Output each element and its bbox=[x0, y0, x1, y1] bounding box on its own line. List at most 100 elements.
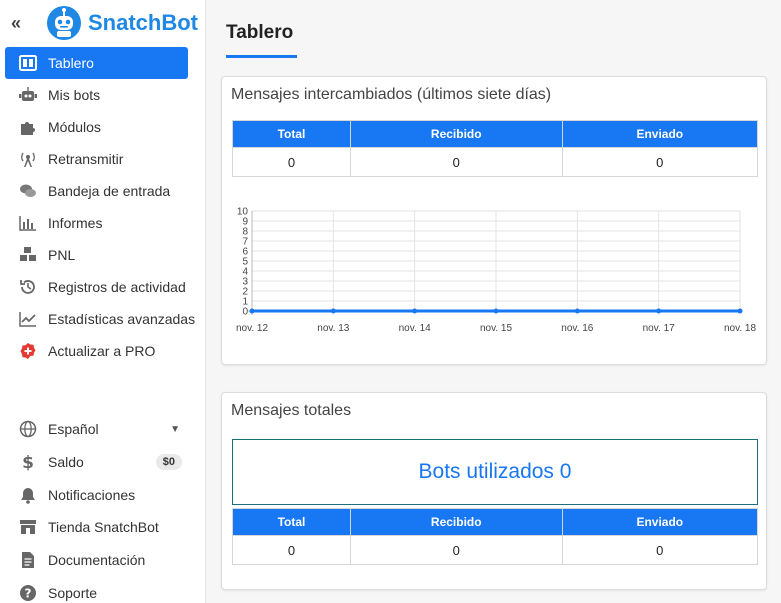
sidebar-item-tablero[interactable]: Tablero bbox=[5, 47, 188, 79]
svg-text:$: $ bbox=[22, 453, 34, 471]
x-tick-label: nov. 15 bbox=[480, 323, 512, 334]
y-tick-label: 6 bbox=[242, 247, 248, 258]
bell-icon bbox=[17, 486, 39, 504]
header-recibido: Recibido bbox=[349, 120, 563, 148]
sidebar-item-label: Bandeja de entrada bbox=[48, 183, 171, 199]
sidebar-item-label: PNL bbox=[48, 247, 76, 263]
y-tick-label: 1 bbox=[242, 297, 248, 308]
value-recibido: 0 bbox=[349, 535, 563, 565]
bottom-nav: Español ▼ $ Saldo $0 Notificaciones Tien… bbox=[5, 413, 188, 603]
sidebar: « SnatchBot Tablero Mis bots Módulos Ret… bbox=[0, 0, 206, 603]
sidebar-item-documentacion[interactable]: Documentación bbox=[5, 544, 188, 577]
y-tick-label: 5 bbox=[242, 257, 248, 268]
sidebar-item-soporte[interactable]: ? Soporte bbox=[5, 576, 188, 603]
document-icon bbox=[17, 551, 39, 569]
sidebar-item-informes[interactable]: Informes bbox=[5, 207, 188, 239]
title-underline bbox=[226, 55, 297, 58]
sidebar-item-label: Notificaciones bbox=[48, 486, 136, 503]
sidebar-item-label: Mis bots bbox=[48, 87, 101, 103]
broadcast-icon bbox=[17, 150, 39, 168]
totals-stats-table: Total Recibido Enviado 0 0 0 bbox=[232, 508, 759, 565]
sidebar-item-label: Estadísticas avanzadas bbox=[48, 311, 196, 327]
balance-item[interactable]: $ Saldo $0 bbox=[5, 446, 188, 479]
sidebar-item-mis-bots[interactable]: Mis bots bbox=[5, 79, 188, 111]
sidebar-item-bandeja[interactable]: Bandeja de entrada bbox=[5, 175, 188, 207]
x-tick-label: nov. 16 bbox=[561, 323, 593, 334]
history-icon bbox=[17, 278, 39, 296]
sidebar-item-label: Tablero bbox=[48, 55, 94, 71]
data-point bbox=[330, 308, 336, 314]
line-chart-icon bbox=[17, 310, 39, 328]
y-tick-label: 9 bbox=[242, 217, 248, 228]
page-title: Tablero bbox=[226, 22, 294, 43]
y-tick-label: 3 bbox=[242, 277, 248, 288]
card-title: Mensajes totales bbox=[231, 402, 352, 419]
value-total: 0 bbox=[232, 147, 351, 177]
data-point bbox=[249, 308, 255, 314]
puzzle-icon bbox=[17, 118, 39, 136]
sidebar-item-retransmitir[interactable]: Retransmitir bbox=[5, 143, 188, 175]
header-enviado: Enviado bbox=[561, 120, 759, 148]
sidebar-item-notificaciones[interactable]: Notificaciones bbox=[5, 478, 188, 511]
table-header-row: Total Recibido Enviado bbox=[232, 120, 759, 148]
header-recibido: Recibido bbox=[349, 508, 563, 536]
y-tick-label: 4 bbox=[242, 267, 248, 278]
value-recibido: 0 bbox=[349, 147, 563, 177]
sidebar-item-registros[interactable]: Registros de actividad bbox=[5, 271, 188, 303]
y-tick-label: 8 bbox=[242, 227, 248, 238]
bar-chart-icon bbox=[17, 214, 39, 232]
collapse-sidebar-icon[interactable]: « bbox=[11, 13, 21, 34]
sidebar-item-pro[interactable]: Actualizar a PRO bbox=[5, 335, 188, 367]
value-enviado: 0 bbox=[561, 147, 759, 177]
plus-badge-icon bbox=[17, 342, 39, 360]
data-point bbox=[412, 308, 418, 314]
y-tick-label: 0 bbox=[242, 307, 248, 318]
sidebar-item-label: Soporte bbox=[48, 584, 98, 601]
y-tick-label: 2 bbox=[242, 287, 248, 298]
logo[interactable]: SnatchBot bbox=[46, 5, 198, 41]
total-messages-card: Mensajes totales Bots utilizados 0 Total… bbox=[221, 392, 767, 590]
sidebar-item-tienda[interactable]: Tienda SnatchBot bbox=[5, 511, 188, 544]
messages-line-chart: 012345678910 nov. 12 nov. 13 nov. 14 nov. 15… bbox=[236, 207, 756, 334]
data-point bbox=[493, 308, 499, 314]
robot-icon bbox=[17, 86, 39, 104]
x-tick-label: nov. 13 bbox=[317, 323, 349, 334]
x-tick-label: nov. 12 bbox=[236, 323, 268, 334]
chat-icon bbox=[17, 182, 39, 200]
value-total: 0 bbox=[232, 535, 351, 565]
dashboard-icon bbox=[17, 54, 39, 72]
main-nav: Tablero Mis bots Módulos Retransmitir Ba… bbox=[5, 47, 195, 367]
x-tick-label: nov. 17 bbox=[643, 323, 675, 334]
bots-used-text: Bots utilizados 0 bbox=[418, 460, 572, 483]
table-row: 0 0 0 bbox=[232, 535, 759, 565]
balance-label: Saldo bbox=[48, 454, 84, 471]
data-point bbox=[656, 308, 662, 314]
dollar-icon: $ bbox=[17, 453, 39, 471]
store-icon bbox=[17, 518, 39, 536]
data-point bbox=[737, 308, 743, 314]
messages-exchanged-card: Mensajes intercambiados (últimos siete d… bbox=[221, 76, 767, 365]
bots-used-box: Bots utilizados 0 bbox=[232, 439, 758, 505]
balance-badge: $0 bbox=[155, 454, 182, 471]
sidebar-item-estadisticas[interactable]: Estadísticas avanzadas bbox=[5, 303, 195, 335]
value-enviado: 0 bbox=[561, 535, 759, 565]
sidebar-item-label: Tienda SnatchBot bbox=[48, 519, 159, 536]
language-label: Español bbox=[48, 421, 99, 438]
table-row: 0 0 0 bbox=[232, 147, 759, 177]
data-point bbox=[574, 308, 580, 314]
sidebar-item-label: Módulos bbox=[48, 119, 101, 135]
y-tick-label: 7 bbox=[242, 237, 248, 248]
sidebar-item-label: Informes bbox=[48, 215, 103, 231]
language-selector[interactable]: Español ▼ bbox=[5, 413, 188, 446]
help-icon: ? bbox=[17, 584, 39, 602]
sidebar-item-label: Actualizar a PRO bbox=[48, 343, 156, 359]
sidebar-item-modulos[interactable]: Módulos bbox=[5, 111, 188, 143]
y-tick-label: 10 bbox=[237, 207, 249, 218]
globe-icon bbox=[17, 420, 39, 438]
x-tick-label: nov. 14 bbox=[399, 323, 431, 334]
header-total: Total bbox=[232, 508, 351, 536]
sidebar-item-label: Documentación bbox=[48, 552, 146, 569]
card-title: Mensajes intercambiados (últimos siete d… bbox=[231, 86, 552, 103]
header-enviado: Enviado bbox=[561, 508, 759, 536]
sidebar-item-pnl[interactable]: PNL bbox=[5, 239, 188, 271]
